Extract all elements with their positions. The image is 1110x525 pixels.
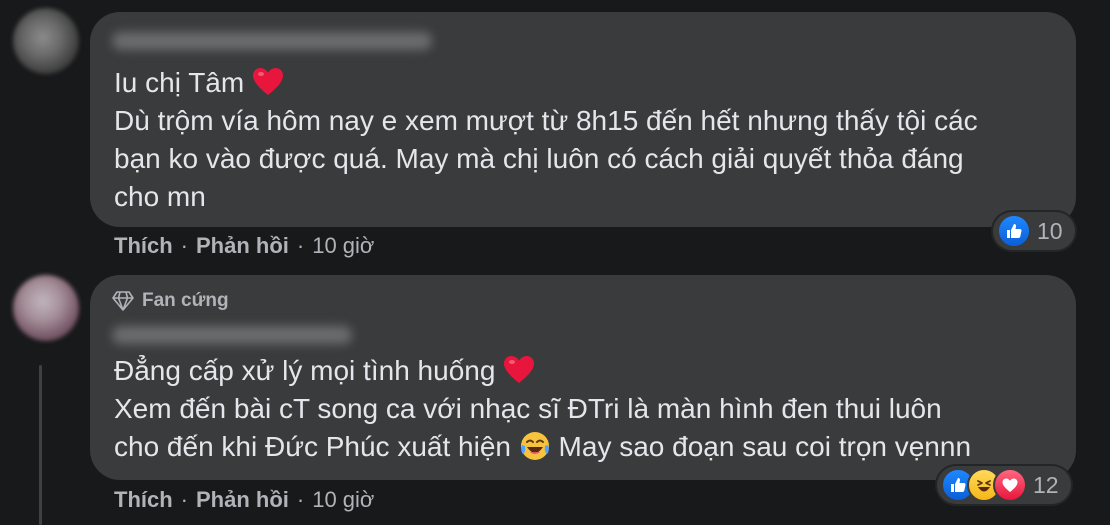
separator-dot: · xyxy=(296,487,305,512)
comment-line: bạn ko vào được quá. May mà chị luôn có … xyxy=(114,143,964,174)
comment-line: Dù trộm vía hôm nay e xem mượt từ 8h15 đ… xyxy=(114,105,978,136)
author-name-blurred[interactable] xyxy=(112,32,432,50)
timestamp-link[interactable]: 10 giờ xyxy=(312,487,374,513)
separator-dot: · xyxy=(180,233,188,258)
like-button[interactable]: Thích xyxy=(114,487,173,513)
author-name-blurred[interactable] xyxy=(112,326,352,344)
comment-text: Đẳng cấp xử lý mọi tình huống Xem đến bà… xyxy=(114,352,1056,466)
like-reaction-icon xyxy=(997,214,1031,248)
reaction-summary[interactable]: 10 xyxy=(993,212,1075,250)
comment-line: Đẳng cấp xử lý mọi tình huống xyxy=(114,355,496,386)
reaction-count: 12 xyxy=(1033,471,1059,498)
comment-bubble: Iu chị Tâm Dù trộm vía hôm nay e xem mượ… xyxy=(90,12,1076,227)
timestamp-link[interactable]: 10 giờ xyxy=(312,233,374,259)
comment-line: May sao đoạn sau coi trọn vẹnnn xyxy=(558,431,972,462)
comment-line: Iu chị Tâm xyxy=(114,67,245,98)
red-heart-emoji-icon xyxy=(504,356,535,383)
comment-bubble: Fan cứng Đẳng cấp xử lý mọi tình huống X… xyxy=(90,275,1076,480)
thread-line xyxy=(39,365,42,525)
comment-line: cho đến khi Đức Phúc xuất hiện xyxy=(114,431,511,462)
commenter-avatar[interactable] xyxy=(13,275,79,341)
tears-of-joy-emoji-icon xyxy=(520,432,549,460)
comment-actions: Thích · Phản hồi · 10 giờ xyxy=(114,233,374,259)
reaction-count: 10 xyxy=(1037,217,1063,244)
comment-line: cho mn xyxy=(114,181,206,212)
badge-label: Fan cứng xyxy=(142,290,229,311)
like-button[interactable]: Thích xyxy=(114,233,173,259)
reply-button[interactable]: Phản hồi xyxy=(196,233,289,259)
reply-button[interactable]: Phản hồi xyxy=(196,487,289,513)
reaction-summary[interactable]: 12 xyxy=(937,466,1071,504)
love-reaction-icon xyxy=(993,468,1027,502)
comment-line: Xem đến bài cT song ca với nhạc sĩ ĐTri … xyxy=(114,393,942,424)
commenter-avatar[interactable] xyxy=(13,8,79,74)
fan-badge[interactable]: Fan cứng xyxy=(112,290,229,312)
comment-actions: Thích · Phản hồi · 10 giờ xyxy=(114,487,374,513)
diamond-icon xyxy=(112,291,134,311)
separator-dot: · xyxy=(296,233,305,258)
red-heart-emoji-icon xyxy=(252,68,283,95)
separator-dot: · xyxy=(180,487,188,512)
comment-text: Iu chị Tâm Dù trộm vía hôm nay e xem mượ… xyxy=(114,64,1056,216)
